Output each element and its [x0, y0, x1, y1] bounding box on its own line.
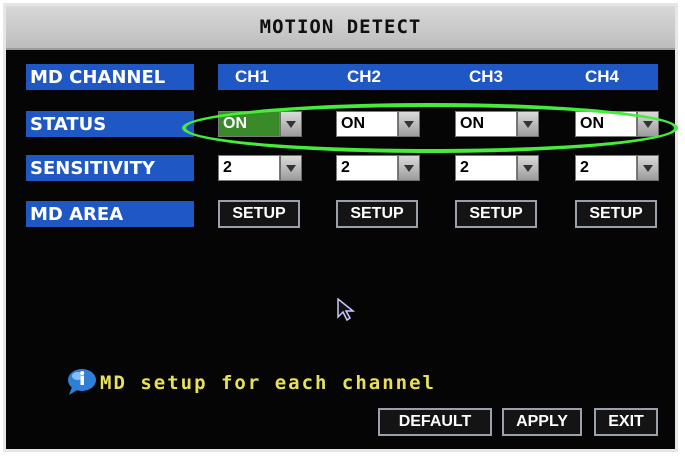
chevron-down-icon[interactable]: [517, 155, 539, 181]
chevron-down-icon[interactable]: [517, 111, 539, 137]
status-select-ch3[interactable]: ON: [455, 111, 539, 137]
title-bar: MOTION DETECT: [6, 6, 675, 50]
info-bubble-icon: [68, 369, 96, 395]
sensitivity-value-ch2[interactable]: 2: [336, 155, 398, 181]
md-area-label: MD AREA: [26, 201, 194, 227]
sensitivity-select-ch2[interactable]: 2: [336, 155, 420, 181]
status-value-ch2[interactable]: ON: [336, 111, 398, 137]
sensitivity-value-ch1[interactable]: 2: [218, 155, 280, 181]
channel-header-ch1: CH1: [234, 67, 269, 86]
window-title: MOTION DETECT: [259, 16, 422, 38]
chevron-down-icon[interactable]: [398, 111, 420, 137]
status-select-ch1[interactable]: ON: [218, 111, 302, 137]
setup-button-ch1[interactable]: SETUP: [218, 200, 300, 228]
mouse-cursor-icon: [337, 298, 355, 322]
channel-header-ch3: CH3: [468, 67, 503, 86]
channel-header-ch2: CH2: [346, 67, 381, 86]
exit-button[interactable]: EXIT: [594, 408, 658, 436]
status-label: STATUS: [26, 111, 194, 137]
status-value-ch3[interactable]: ON: [455, 111, 517, 137]
default-button[interactable]: DEFAULT: [378, 408, 492, 436]
chevron-down-icon[interactable]: [280, 155, 302, 181]
chevron-down-icon[interactable]: [637, 111, 659, 137]
hint-text: MD setup for each channel: [100, 372, 436, 394]
setup-button-ch2[interactable]: SETUP: [336, 200, 418, 228]
chevron-down-icon[interactable]: [637, 155, 659, 181]
sensitivity-label: SENSITIVITY: [26, 155, 194, 181]
status-select-ch2[interactable]: ON: [336, 111, 420, 137]
chevron-down-icon[interactable]: [280, 111, 302, 137]
sensitivity-select-ch1[interactable]: 2: [218, 155, 302, 181]
sensitivity-value-ch3[interactable]: 2: [455, 155, 517, 181]
chevron-down-icon[interactable]: [398, 155, 420, 181]
md-channel-label: MD CHANNEL: [26, 64, 194, 90]
sensitivity-value-ch4[interactable]: 2: [575, 155, 637, 181]
status-value-ch4[interactable]: ON: [575, 111, 637, 137]
sensitivity-select-ch3[interactable]: 2: [455, 155, 539, 181]
sensitivity-select-ch4[interactable]: 2: [575, 155, 659, 181]
status-select-ch4[interactable]: ON: [575, 111, 659, 137]
setup-button-ch3[interactable]: SETUP: [455, 200, 537, 228]
status-value-ch1[interactable]: ON: [218, 111, 280, 137]
setup-button-ch4[interactable]: SETUP: [575, 200, 657, 228]
apply-button[interactable]: APPLY: [502, 408, 582, 436]
channel-header-ch4: CH4: [584, 67, 619, 86]
